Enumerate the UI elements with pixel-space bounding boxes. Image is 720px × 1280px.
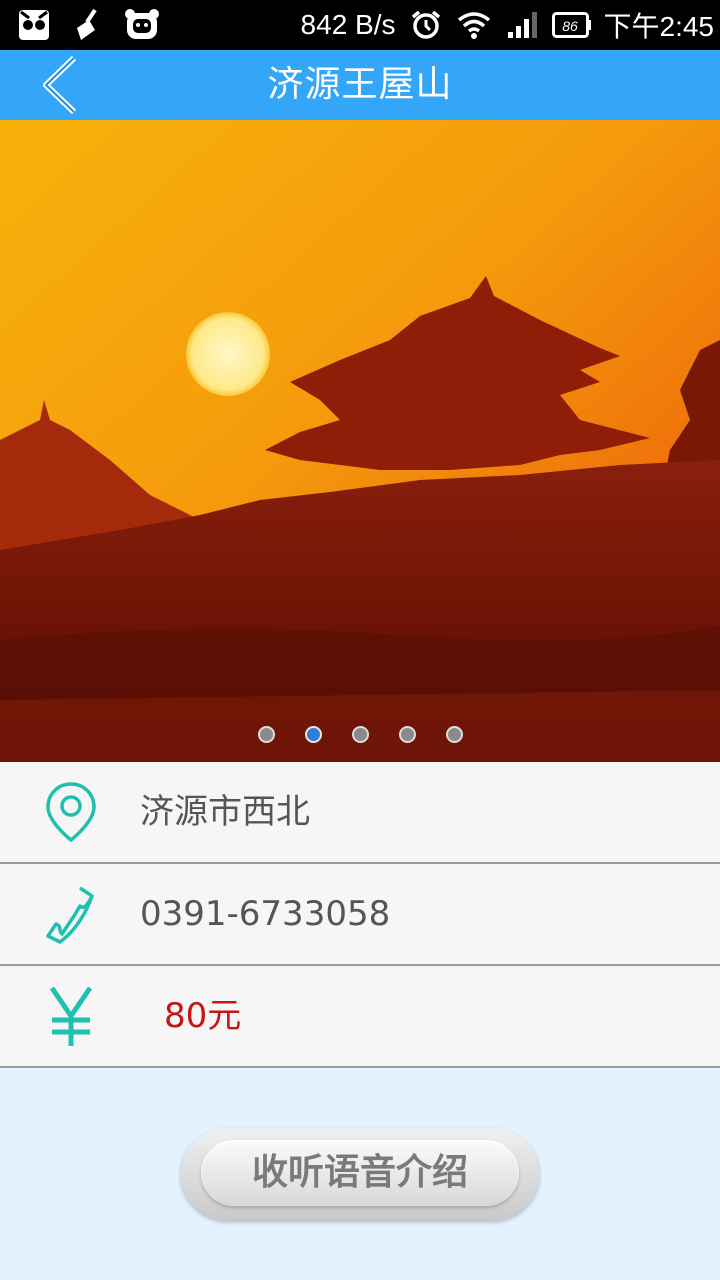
title-bar: 济源王屋山 xyxy=(0,50,720,120)
listen-audio-intro-button[interactable]: 收听语音介绍 xyxy=(181,1128,539,1220)
carousel-dot-5[interactable] xyxy=(445,726,463,743)
phone-row[interactable]: 0391-6733058 xyxy=(0,864,720,966)
signal-icon xyxy=(504,7,540,43)
info-list: 济源市西北 0391-6733058 80元 xyxy=(0,762,720,1068)
listen-audio-intro-label: 收听语音介绍 xyxy=(201,1140,519,1206)
carousel-indicator xyxy=(0,726,720,746)
carousel-dot-2[interactable] xyxy=(304,726,322,743)
broom-icon xyxy=(70,7,106,43)
carousel-dot-4[interactable] xyxy=(398,726,416,743)
price-text: 80元 xyxy=(164,996,242,1036)
carousel-dot-1[interactable] xyxy=(257,726,275,743)
clock: 下午2:45 xyxy=(603,11,715,42)
battery-icon: 86 xyxy=(551,7,592,43)
address-row[interactable]: 济源市西北 xyxy=(0,762,720,864)
page-title: 济源王屋山 xyxy=(267,64,453,105)
app-notification-icon xyxy=(16,7,52,43)
yen-icon xyxy=(49,986,93,1046)
address-text: 济源市西北 xyxy=(140,792,310,832)
carousel-dot-3[interactable] xyxy=(351,726,369,743)
location-pin-icon xyxy=(46,782,96,843)
bear-app-icon xyxy=(124,7,160,43)
status-bar: 842 B/s 86 下午2:45 xyxy=(0,0,720,50)
wifi-icon xyxy=(456,7,492,43)
phone-icon xyxy=(46,886,94,944)
network-speed: 842 B/s xyxy=(300,9,396,40)
svg-text:86: 86 xyxy=(562,18,578,34)
sunset-temple-image xyxy=(0,120,720,762)
alarm-icon xyxy=(408,7,444,43)
price-row: 80元 xyxy=(0,966,720,1068)
phone-text: 0391-6733058 xyxy=(140,894,391,934)
scenic-photo-carousel[interactable] xyxy=(0,120,720,762)
